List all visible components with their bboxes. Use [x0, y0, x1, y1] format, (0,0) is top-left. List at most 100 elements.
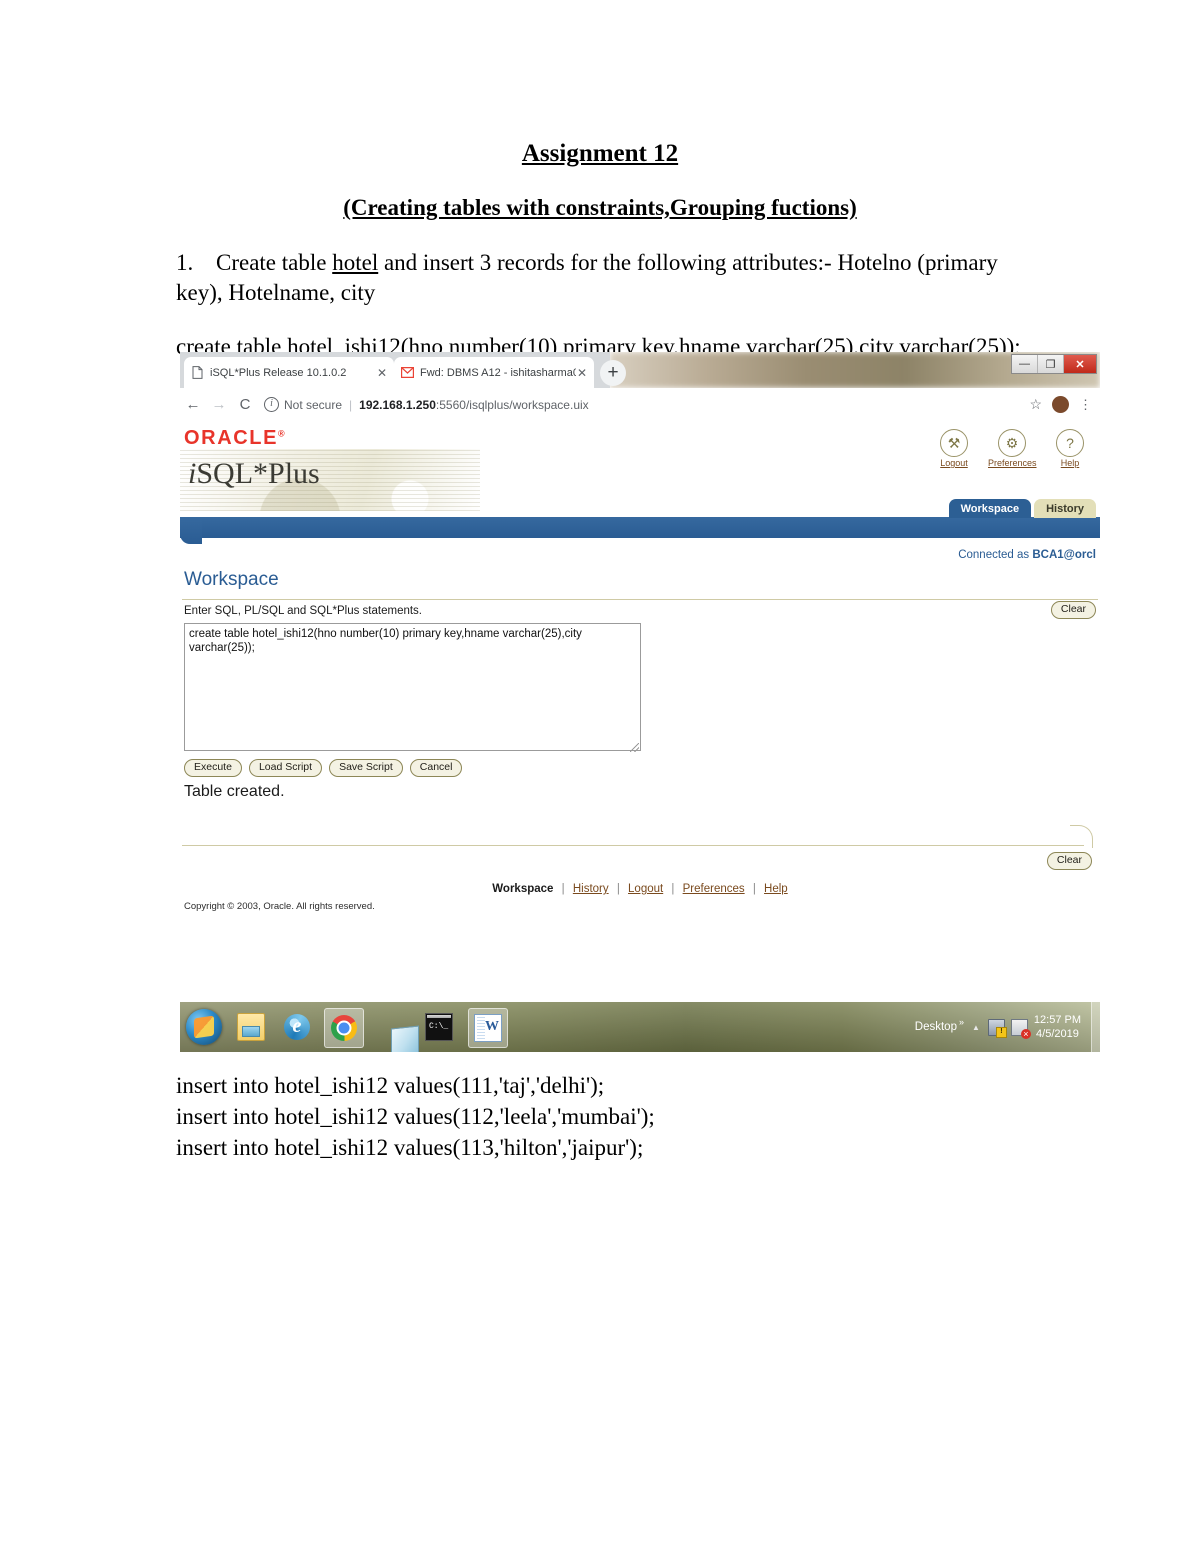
- footer-link-logout[interactable]: Logout: [628, 883, 663, 895]
- divider-bottom: [182, 845, 1084, 846]
- question-underlined-word: hotel: [332, 250, 379, 275]
- address-bar[interactable]: i Not secure | 192.168.1.250:5560/isqlpl…: [264, 397, 1029, 412]
- browser-tab-gmail[interactable]: Fwd: DBMS A12 - ishitasharma07 ✕: [394, 357, 594, 388]
- clock-date: 4/5/2019: [1036, 1028, 1079, 1040]
- windows-logo-icon: [194, 1015, 214, 1039]
- embedded-browser-screenshot: iSQL*Plus Release 10.1.0.2 ✕ Fwd: DBMS A…: [180, 352, 1100, 1055]
- question-number: 1.: [176, 250, 194, 275]
- action-center-flag-icon[interactable]: [1010, 1018, 1031, 1039]
- maximize-button[interactable]: ❐: [1038, 355, 1064, 373]
- insert-statement-3: insert into hotel_ishi12 values(113,'hil…: [176, 1135, 644, 1160]
- browser-tab-title: Fwd: DBMS A12 - ishitasharma07: [420, 366, 576, 379]
- avatar[interactable]: [1052, 396, 1069, 413]
- tab-workspace[interactable]: Workspace: [948, 499, 1032, 518]
- reload-icon[interactable]: C: [232, 396, 258, 413]
- question-text: Create table hotel and insert 3 records …: [176, 250, 998, 305]
- clock[interactable]: 12:57 PM 4/5/2019: [1034, 1013, 1081, 1041]
- url-path: /isqlplus/workspace.uix: [465, 397, 589, 412]
- browser-tab-isqlplus[interactable]: iSQL*Plus Release 10.1.0.2 ✕: [184, 357, 394, 388]
- connection-status: Connected as BCA1@orcl: [958, 549, 1096, 561]
- textarea-resize-handle[interactable]: [630, 743, 639, 752]
- url-divider: |: [349, 397, 353, 412]
- chrome-menu-icon[interactable]: ⋮: [1079, 397, 1092, 413]
- taskbar-item-command-prompt[interactable]: [420, 1008, 458, 1046]
- preferences-label[interactable]: Preferences: [988, 458, 1037, 468]
- save-script-button[interactable]: Save Script: [329, 759, 403, 777]
- clear-button-bottom[interactable]: Clear: [1046, 852, 1092, 870]
- sql-input-label: Enter SQL, PL/SQL and SQL*Plus statement…: [184, 605, 423, 617]
- footer-separator: |: [561, 883, 565, 895]
- workspace-heading: Workspace: [184, 569, 279, 590]
- tray-expand-icon[interactable]: ▲: [972, 1023, 980, 1032]
- start-button[interactable]: [186, 1009, 222, 1045]
- copyright-text: Copyright © 2003, Oracle. All rights res…: [184, 901, 375, 912]
- taskbar-item-chrome[interactable]: [324, 1008, 364, 1048]
- gmail-icon: [400, 366, 414, 380]
- browser-tab-title: iSQL*Plus Release 10.1.0.2: [210, 366, 347, 379]
- gear-icon: ⚙: [998, 429, 1026, 457]
- logout-label[interactable]: Logout: [930, 458, 978, 468]
- network-icon[interactable]: [987, 1018, 1007, 1038]
- show-desktop-button[interactable]: [1091, 1002, 1100, 1052]
- divider-bottom-curve: [1070, 825, 1093, 848]
- back-icon[interactable]: ←: [180, 396, 206, 413]
- windows-taskbar: Desktop » ▲ 12:57 PM 4/5/2019: [180, 1002, 1100, 1052]
- window-controls: — ❐ ✕: [1011, 354, 1097, 374]
- action-button-row: Execute Load Script Save Script Cancel: [184, 759, 463, 777]
- forward-icon[interactable]: →: [206, 396, 232, 413]
- question-mark-icon: ?: [1056, 429, 1084, 457]
- command-prompt-icon: [425, 1013, 453, 1041]
- insert-statements-block: insert into hotel_ishi12 values(111,'taj…: [176, 1070, 655, 1163]
- new-tab-button[interactable]: +: [600, 360, 626, 386]
- footer-link-help[interactable]: Help: [764, 883, 788, 895]
- sql-input[interactable]: [184, 623, 641, 751]
- chrome-icon: [331, 1015, 357, 1041]
- security-status-label: Not secure: [284, 397, 343, 412]
- clock-time: 12:57 PM: [1033, 1014, 1081, 1026]
- execute-button[interactable]: Execute: [184, 759, 242, 777]
- cancel-button[interactable]: Cancel: [409, 759, 463, 777]
- footer-link-history[interactable]: History: [573, 883, 609, 895]
- taskbar-item-word[interactable]: [468, 1008, 508, 1048]
- bookmark-star-icon[interactable]: ☆: [1029, 396, 1042, 413]
- close-icon[interactable]: ✕: [576, 366, 588, 380]
- page-title: Assignment 12: [521, 140, 679, 167]
- browser-toolbar: ← → C i Not secure | 192.168.1.250:5560/…: [180, 388, 1100, 422]
- clear-button-top[interactable]: Clear: [1050, 601, 1096, 619]
- preferences-tool[interactable]: ⚙ Preferences: [988, 429, 1037, 468]
- load-script-button[interactable]: Load Script: [248, 759, 323, 777]
- connected-user: BCA1@orcl: [1032, 549, 1096, 561]
- question-text-part1: Create table: [216, 250, 333, 275]
- close-window-button[interactable]: ✕: [1064, 355, 1096, 373]
- result-message: Table created.: [184, 783, 285, 800]
- divider-top: [182, 599, 1098, 600]
- internet-explorer-icon: [284, 1014, 310, 1040]
- question-item: 1. Create table hotel and insert 3 recor…: [176, 248, 1036, 308]
- footer-link-workspace[interactable]: Workspace: [492, 883, 553, 895]
- notepad-icon: [391, 1025, 419, 1052]
- help-label[interactable]: Help: [1046, 458, 1094, 468]
- toolbar-actions: ☆ ⋮: [1029, 396, 1092, 413]
- info-icon[interactable]: i: [264, 397, 279, 412]
- close-icon[interactable]: ✕: [376, 366, 388, 380]
- minimize-button[interactable]: —: [1012, 355, 1038, 373]
- system-tray: Desktop » ▲ 12:57 PM 4/5/2019: [915, 1002, 1100, 1052]
- browser-tab-strip: iSQL*Plus Release 10.1.0.2 ✕ Fwd: DBMS A…: [180, 352, 1100, 388]
- help-tool[interactable]: ? Help: [1046, 429, 1094, 468]
- taskbar-item-explorer[interactable]: [232, 1008, 270, 1046]
- desktop-label[interactable]: Desktop: [915, 1021, 957, 1033]
- footer-navigation: Workspace | History | Logout | Preferenc…: [180, 883, 1100, 895]
- insert-statement-1: insert into hotel_ishi12 values(111,'taj…: [176, 1073, 605, 1098]
- page-icon: [190, 366, 204, 380]
- overflow-chevron-icon[interactable]: »: [959, 1017, 964, 1027]
- tab-history[interactable]: History: [1034, 499, 1096, 518]
- isqlplus-banner: iSQL*Plus: [180, 449, 480, 511]
- logout-tool[interactable]: ⚒ Logout: [930, 429, 978, 468]
- page-subtitle: (Creating tables with constraints,Groupi…: [343, 195, 857, 220]
- footer-separator: |: [752, 883, 756, 895]
- taskbar-item-internet-explorer[interactable]: [278, 1008, 316, 1046]
- insert-statement-2: insert into hotel_ishi12 values(112,'lee…: [176, 1104, 655, 1129]
- footer-link-preferences[interactable]: Preferences: [683, 883, 745, 895]
- windows-explorer-icon: [237, 1013, 265, 1041]
- taskbar-item-notepad[interactable]: [372, 1008, 419, 1052]
